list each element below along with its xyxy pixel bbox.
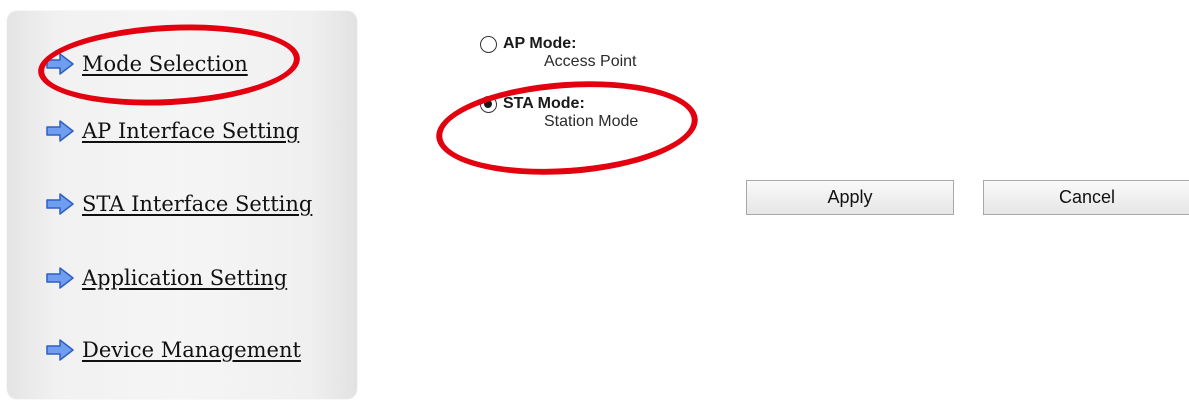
sta-mode-radio[interactable]	[480, 96, 497, 113]
sidebar-item-mode-selection[interactable]: Mode Selection	[46, 48, 248, 80]
arrow-right-icon	[46, 120, 74, 142]
sidebar-item-label: Application Setting	[82, 266, 288, 290]
arrow-right-icon	[46, 267, 74, 289]
sidebar-item-label: Device Management	[82, 338, 301, 362]
sidebar-item-label: STA Interface Setting	[82, 192, 313, 216]
sta-mode-title: STA Mode:	[503, 95, 585, 112]
arrow-right-icon	[46, 339, 74, 361]
ap-mode-title: AP Mode:	[503, 35, 577, 52]
sidebar-item-label: AP Interface Setting	[82, 119, 300, 143]
page: Mode Selection AP Interface Setting STA …	[0, 0, 1189, 405]
sidebar-item-device-management[interactable]: Device Management	[46, 334, 301, 366]
arrow-right-icon	[46, 193, 74, 215]
sidebar-item-sta-interface-setting[interactable]: STA Interface Setting	[46, 188, 312, 220]
ap-mode-description: Access Point	[544, 52, 637, 70]
sta-mode-description: Station Mode	[544, 112, 639, 130]
cancel-button[interactable]: Cancel	[983, 180, 1189, 215]
sidebar-item-label: Mode Selection	[82, 52, 248, 76]
sta-mode-option: STA Mode: Station Mode	[480, 95, 638, 131]
ap-mode-option: AP Mode: Access Point	[480, 35, 636, 71]
sidebar-item-ap-interface-setting[interactable]: AP Interface Setting	[46, 115, 299, 147]
arrow-right-icon	[46, 53, 74, 75]
sidebar-item-application-setting[interactable]: Application Setting	[46, 262, 287, 294]
ap-mode-radio[interactable]	[480, 36, 497, 53]
apply-button[interactable]: Apply	[746, 180, 954, 215]
